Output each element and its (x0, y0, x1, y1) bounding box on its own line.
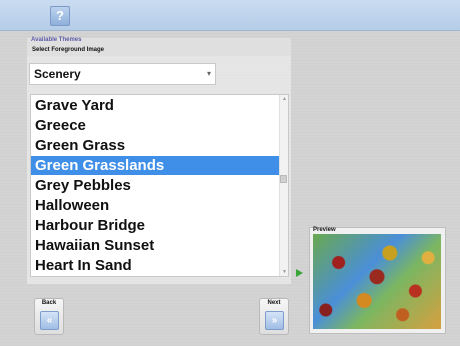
list-item[interactable]: Grey Pebbles (31, 176, 279, 195)
help-icon[interactable]: ? (50, 6, 70, 26)
list-item-selected[interactable]: Green Grasslands (31, 156, 279, 175)
top-toolbar: ? (0, 0, 460, 31)
back-arrow-icon: « (40, 311, 59, 330)
back-button[interactable]: Back « (34, 298, 64, 335)
list-item[interactable]: Greece (31, 116, 279, 135)
foreground-label: Select Foreground Image (32, 47, 105, 53)
scroll-up-icon[interactable]: ▲ (282, 96, 287, 102)
list-item[interactable]: Hawaiian Sunset (31, 236, 279, 255)
preview-arrow-icon (296, 269, 303, 277)
scroll-down-icon[interactable]: ▼ (282, 269, 287, 275)
list-item[interactable]: Halloween (31, 196, 279, 215)
scroll-thumb[interactable] (280, 175, 287, 183)
theme-list[interactable]: Grave Yard Greece Green Grass Green Gras… (30, 94, 289, 277)
list-item[interactable]: Harbour Bridge (31, 216, 279, 235)
next-label: Next (267, 300, 281, 306)
next-button[interactable]: Next » (259, 298, 289, 335)
category-value: Scenery (34, 67, 81, 81)
preview-image (313, 234, 441, 329)
list-item[interactable]: Green Grass (31, 136, 279, 155)
next-arrow-icon: » (265, 311, 284, 330)
list-item[interactable]: Grave Yard (31, 96, 279, 115)
back-label: Back (41, 300, 57, 306)
dropdown-arrow-icon: ▾ (206, 69, 211, 78)
list-item[interactable]: Heart In Sand (31, 256, 279, 275)
themes-title: Available Themes (31, 37, 82, 43)
list-scrollbar[interactable]: ▲ ▼ (279, 95, 288, 276)
category-dropdown[interactable]: Scenery ▾ (29, 63, 216, 85)
preview-label: Preview (313, 227, 336, 233)
